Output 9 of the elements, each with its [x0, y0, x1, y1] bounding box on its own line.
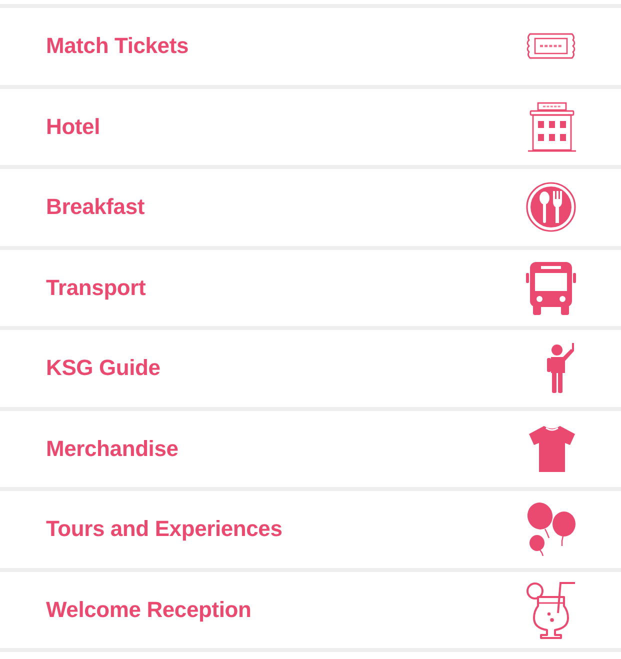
cocktail-icon	[526, 580, 576, 639]
t-shirt-icon	[528, 424, 576, 473]
plate-cutlery-icon	[526, 182, 576, 232]
person-waving-icon	[544, 343, 576, 394]
menu-item[interactable]: Welcome Reception	[0, 568, 621, 652]
building-icon	[528, 102, 576, 152]
ticket-icon	[526, 33, 576, 60]
bus-icon	[526, 260, 576, 315]
balloons-icon	[526, 502, 576, 556]
